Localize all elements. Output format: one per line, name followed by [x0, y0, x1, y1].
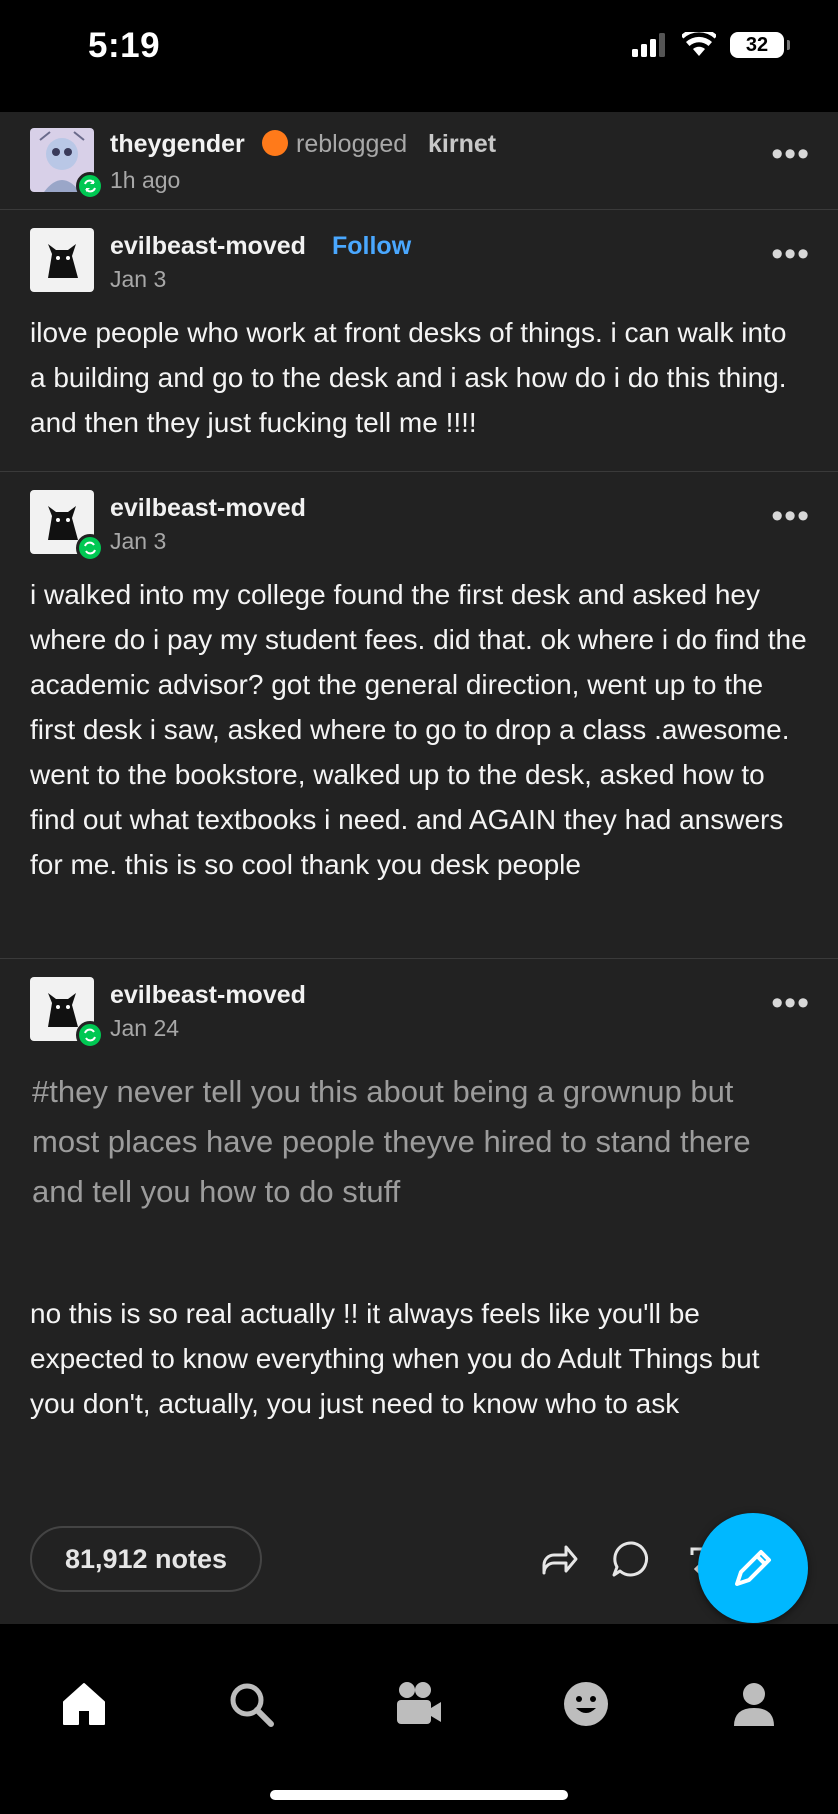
post-date: Jan 3: [110, 266, 167, 292]
status-bar: 5:19 32: [0, 0, 838, 112]
post-body: ilove people who work at front desks of …: [30, 317, 787, 438]
battery-indicator: 32: [730, 32, 790, 58]
home-indicator[interactable]: [270, 1790, 568, 1800]
more-icon[interactable]: •••: [771, 986, 810, 1020]
wifi-icon: [682, 32, 716, 56]
badge-icon: [262, 130, 288, 156]
more-icon[interactable]: •••: [771, 237, 810, 271]
avatar-evilbeast[interactable]: [30, 977, 104, 1049]
more-icon[interactable]: •••: [771, 499, 810, 533]
reblog-header: theygender reblogged kirnet 1h ago •••: [0, 112, 838, 210]
post-1: evilbeast-moved Follow Jan 3 ••• ilove p…: [0, 210, 838, 472]
post-body: no this is so real actually !! it always…: [30, 1298, 760, 1419]
avatar-evilbeast[interactable]: [30, 228, 94, 292]
share-icon[interactable]: [536, 1537, 580, 1581]
post-body: i walked into my college found the first…: [30, 579, 807, 880]
search-icon[interactable]: [225, 1678, 277, 1730]
status-icons: 32: [632, 32, 790, 58]
post-date: Jan 3: [110, 528, 167, 554]
compose-button[interactable]: [698, 1513, 808, 1623]
compose-icon: [735, 1550, 771, 1586]
post-2: evilbeast-moved Jan 3 ••• i walked into …: [0, 472, 838, 959]
avatar-theygender[interactable]: [30, 128, 104, 200]
post-username[interactable]: evilbeast-moved: [110, 494, 306, 523]
reblog-badge-icon: [76, 1021, 104, 1049]
signal-icon: [632, 33, 665, 57]
post-date: Jan 24: [110, 1015, 180, 1041]
avatar-image: [30, 228, 94, 292]
reblogger-username[interactable]: theygender: [110, 130, 245, 159]
tab-bar: [0, 1628, 838, 1814]
avatar-evilbeast[interactable]: [30, 490, 104, 562]
notes-button[interactable]: 81,912 notes: [30, 1526, 262, 1592]
more-icon[interactable]: •••: [771, 137, 810, 171]
reblog-time: 1h ago: [110, 167, 181, 193]
post-username[interactable]: evilbeast-moved: [110, 232, 306, 261]
post-tags[interactable]: #they never tell you this about being a …: [0, 1067, 838, 1217]
activity-icon[interactable]: [560, 1678, 612, 1730]
home-icon[interactable]: [58, 1678, 110, 1730]
dashboard-feed: theygender reblogged kirnet 1h ago ••• e…: [0, 112, 838, 1624]
follow-button[interactable]: Follow: [332, 232, 411, 261]
reblog-badge-icon: [76, 172, 104, 200]
reply-icon[interactable]: [610, 1537, 654, 1581]
video-icon[interactable]: [393, 1678, 445, 1730]
post-3: evilbeast-moved Jan 24 ••• #they never t…: [0, 959, 838, 1507]
status-time: 5:19: [88, 26, 161, 65]
reblog-badge-icon: [76, 534, 104, 562]
account-icon[interactable]: [728, 1678, 780, 1730]
reblogged-text: reblogged: [296, 130, 408, 158]
post-username[interactable]: evilbeast-moved: [110, 981, 306, 1010]
source-username[interactable]: kirnet: [428, 130, 496, 159]
